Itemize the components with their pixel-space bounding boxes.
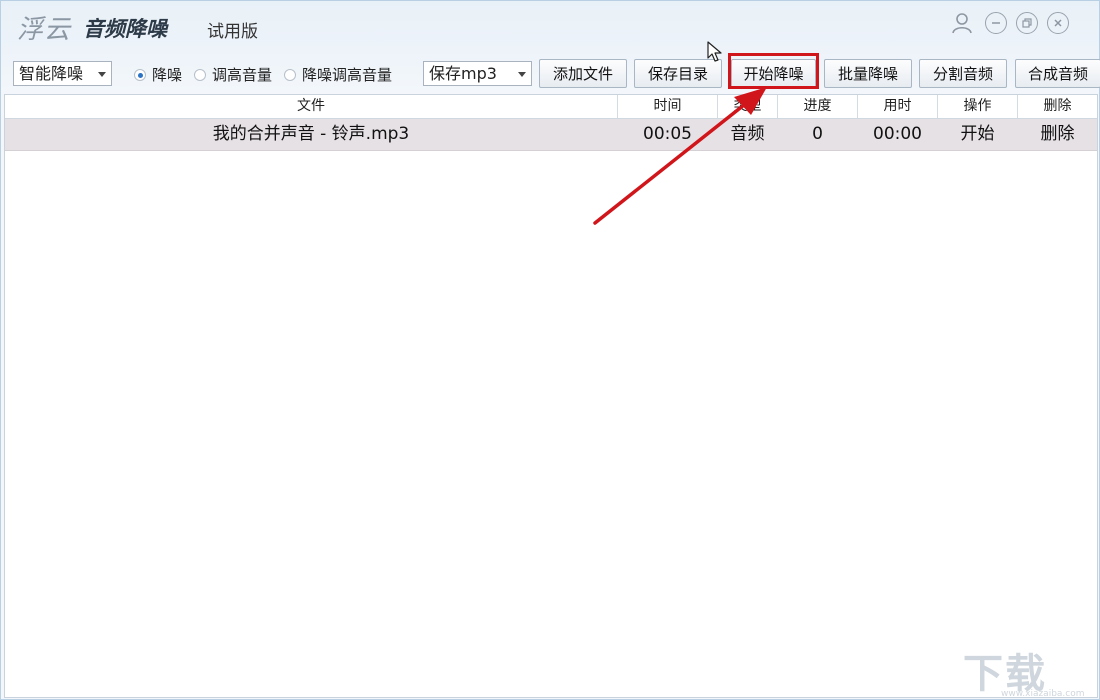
column-header-progress[interactable]: 进度 (778, 95, 858, 118)
title-bar: 浮云 音频降噪 试用版 (1, 1, 1100, 53)
chevron-down-icon (518, 72, 526, 77)
add-file-button[interactable]: 添加文件 (539, 59, 627, 88)
radio-denoise-volume-up[interactable] (284, 68, 297, 81)
radio-denoise-volume-up-label[interactable]: 降噪调高音量 (302, 64, 392, 85)
mode-radio-group: 降噪 调高音量 降噪调高音量 (134, 64, 404, 85)
format-select[interactable]: 保存mp3 (423, 61, 532, 86)
column-header-time[interactable]: 时间 (618, 95, 718, 118)
radio-denoise[interactable] (134, 68, 146, 81)
split-audio-button[interactable]: 分割音频 (919, 59, 1007, 88)
column-header-type[interactable]: 类型 (718, 95, 778, 118)
cell-type: 音频 (730, 124, 765, 144)
radio-denoise-label[interactable]: 降噪 (152, 64, 182, 85)
column-header-file[interactable]: 文件 (5, 95, 618, 118)
cell-file-name: 我的合并声音 - 铃声.mp3 (212, 124, 410, 144)
mode-select[interactable]: 智能降噪 (13, 61, 112, 86)
row-start-link[interactable]: 开始 (938, 119, 1018, 150)
app-name: 音频降噪 (83, 17, 167, 41)
format-select-value: 保存mp3 (429, 64, 497, 83)
column-header-action[interactable]: 操作 (938, 95, 1018, 118)
file-table: 文件 时间 类型 进度 用时 操作 删除 我的合并声音 - 铃声.mp3 00:… (4, 94, 1098, 698)
radio-volume-up[interactable] (194, 68, 207, 81)
column-header-delete[interactable]: 删除 (1018, 95, 1097, 118)
close-icon[interactable] (1047, 12, 1069, 34)
table-header: 文件 时间 类型 进度 用时 操作 删除 (5, 95, 1097, 119)
batch-denoise-button[interactable]: 批量降噪 (824, 59, 912, 88)
radio-volume-up-label[interactable]: 调高音量 (212, 64, 272, 85)
chevron-down-icon (98, 72, 106, 77)
app-window: 浮云 音频降噪 试用版 智能降噪 降噪 调高音量 降噪调高音量 保存mp3 添加… (0, 0, 1100, 700)
watermark-url: www.xiazaiba.com (1001, 689, 1085, 699)
cell-elapsed: 00:00 (873, 124, 922, 144)
mouse-cursor-icon (707, 41, 722, 62)
table-row[interactable]: 我的合并声音 - 铃声.mp3 00:05 音频 0 00:00 开始 删除 (5, 119, 1097, 151)
cell-duration: 00:05 (643, 124, 692, 144)
edition-label: 试用版 (207, 22, 258, 42)
save-directory-button[interactable]: 保存目录 (634, 59, 722, 88)
row-delete-link[interactable]: 删除 (1018, 119, 1097, 150)
logo-text: 浮云 (17, 15, 72, 45)
merge-audio-button[interactable]: 合成音频 (1015, 59, 1100, 88)
column-header-elapsed[interactable]: 用时 (858, 95, 938, 118)
cell-progress: 0 (812, 124, 823, 144)
mode-select-value: 智能降噪 (19, 64, 84, 83)
start-denoise-button[interactable]: 开始降噪 (731, 59, 816, 88)
user-icon[interactable] (950, 11, 974, 35)
restore-icon[interactable] (1016, 12, 1038, 34)
minimize-icon[interactable] (985, 12, 1007, 34)
toolbar: 智能降噪 降噪 调高音量 降噪调高音量 保存mp3 添加文件 保存目录 开始降噪… (1, 53, 1100, 93)
